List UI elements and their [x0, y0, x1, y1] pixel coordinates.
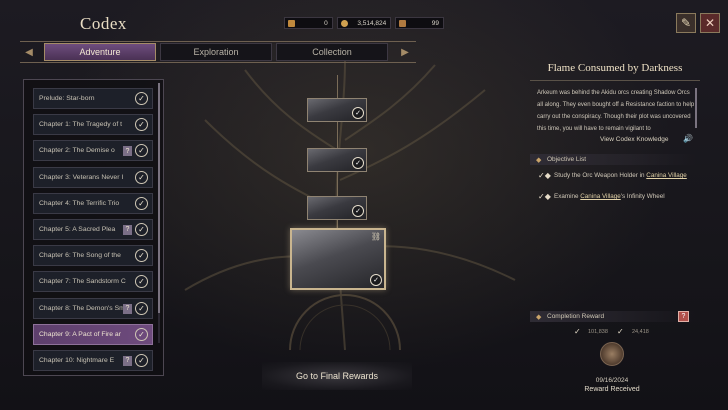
check-icon: ✓ — [617, 327, 624, 336]
tab-exploration[interactable]: Exploration — [160, 43, 272, 61]
check-icon: ✓ — [135, 92, 148, 105]
location-link[interactable]: Canina Village — [580, 193, 621, 200]
currency-bar: 0 3,514,824 99 — [284, 17, 444, 29]
location-link[interactable]: Canina Village — [646, 172, 687, 179]
currency-coin: 3,514,824 — [336, 17, 392, 29]
chapter-scrollbar-thumb[interactable] — [158, 83, 160, 313]
check-icon: ✓◆ — [538, 192, 551, 201]
chapter-item[interactable]: Chapter 5: A Sacred Plea? ✓ — [33, 218, 153, 240]
chapter-item[interactable]: Chapter 7: The Sandstorm C ✓ — [33, 271, 153, 293]
quest-title: Flame Consumed by Darkness — [547, 62, 683, 74]
chapter-item[interactable]: Chapter 2: The Demise o? ✓ — [33, 140, 153, 162]
check-icon: ✓ — [370, 274, 382, 286]
info-badge-icon: ? — [123, 303, 132, 314]
reward-item-icon[interactable] — [600, 342, 624, 366]
quest-node[interactable]: ✓ — [307, 98, 367, 122]
reward-status: Reward Received — [584, 386, 640, 393]
check-icon: ✓ — [135, 249, 148, 263]
check-icon: ✓ — [352, 157, 364, 169]
objective-item: ✓◆ Examine Canina Village's Infinity Whe… — [538, 192, 665, 201]
page-title: Codex — [80, 14, 127, 33]
tab-collection[interactable]: Collection — [276, 43, 388, 61]
tab-next-arrow-icon[interactable]: ▶ — [398, 44, 412, 60]
help-icon[interactable]: ? — [678, 311, 689, 322]
reward-value: 101,838 — [588, 329, 608, 335]
check-icon: ✓◆ — [538, 171, 551, 180]
chapter-item[interactable]: Chapter 1: The Tragedy of t ✓ — [33, 114, 153, 136]
currency-gem: 99 — [395, 17, 444, 29]
close-button[interactable]: ✕ — [700, 13, 720, 33]
tab-prev-arrow-icon[interactable]: ◀ — [22, 44, 36, 60]
quest-description: Arkeum was behind the Akidu orcs creatin… — [537, 90, 695, 132]
check-icon: ✓ — [135, 222, 148, 236]
chapter-item[interactable]: Chapter 6: The Song of the ✓ — [33, 245, 153, 267]
chapter-list: Prelude: Star-born ✓ Chapter 1: The Trage… — [23, 79, 164, 376]
check-icon: ✓ — [135, 301, 148, 315]
link-icon: ⛓ — [370, 232, 381, 241]
check-icon: ✓ — [135, 144, 148, 158]
currency-feather: 0 — [284, 17, 333, 29]
codex-book-button[interactable]: ✎ — [676, 13, 696, 33]
check-icon: ✓ — [352, 107, 364, 119]
chapter-item[interactable]: Chapter 3: Veterans Never I ✓ — [33, 166, 153, 188]
diamond-icon: ◆ — [536, 157, 542, 164]
reward-date: 09/16/2024 — [595, 377, 629, 384]
check-icon: ✓ — [352, 205, 364, 217]
completion-reward-header: ◆ Completion Reward — [530, 311, 696, 322]
divider — [530, 80, 700, 81]
feather-icon — [288, 20, 295, 27]
chapter-item[interactable]: Chapter 4: The Terrific Trio ✓ — [33, 192, 153, 214]
chapter-item-selected[interactable]: Chapter 9: A Pact of Fire ar ✓ — [33, 323, 153, 345]
check-icon: ✓ — [574, 327, 581, 336]
close-icon: ✕ — [704, 16, 716, 30]
tab-adventure[interactable]: Adventure — [44, 43, 156, 61]
info-badge-icon: ? — [123, 355, 132, 366]
check-icon: ✓ — [135, 353, 148, 367]
chapter-item[interactable]: Chapter 10: Nightmare E? ✓ — [33, 349, 153, 371]
quest-node[interactable]: ✓ — [307, 148, 367, 172]
quest-node[interactable]: ✓ — [307, 196, 367, 220]
tab-bar: ◀ Adventure Exploration Collection ▶ — [20, 41, 416, 63]
info-badge-icon: ? — [123, 146, 132, 157]
diamond-icon: ◆ — [536, 314, 542, 321]
objective-list-header: ◆ Objective List — [530, 154, 696, 165]
reward-value: 24,418 — [632, 329, 649, 335]
quest-node-selected[interactable]: ⛓ ✓ — [290, 228, 386, 290]
chapter-item[interactable]: Chapter 8: The Demon's Sm? ✓ — [33, 297, 153, 319]
check-icon: ✓ — [135, 170, 148, 184]
view-codex-knowledge-link[interactable]: View Codex Knowledge — [600, 136, 669, 143]
chapter-item[interactable]: Prelude: Star-born ✓ — [33, 88, 153, 109]
check-icon: ✓ — [135, 196, 148, 210]
check-icon: ✓ — [135, 327, 148, 341]
description-scrollbar[interactable] — [695, 88, 697, 128]
info-badge-icon: ? — [123, 224, 132, 235]
coin-icon — [340, 20, 348, 27]
gem-icon — [399, 20, 407, 27]
check-icon: ✓ — [135, 275, 148, 289]
objective-item: ✓◆ Study the Orc Weapon Holder in Canina… — [538, 171, 687, 180]
book-icon: ✎ — [680, 16, 692, 30]
go-to-final-rewards-button[interactable]: Go to Final Rewards — [262, 362, 412, 390]
check-icon: ✓ — [135, 118, 148, 132]
speaker-icon[interactable]: 🔊 — [683, 134, 693, 143]
